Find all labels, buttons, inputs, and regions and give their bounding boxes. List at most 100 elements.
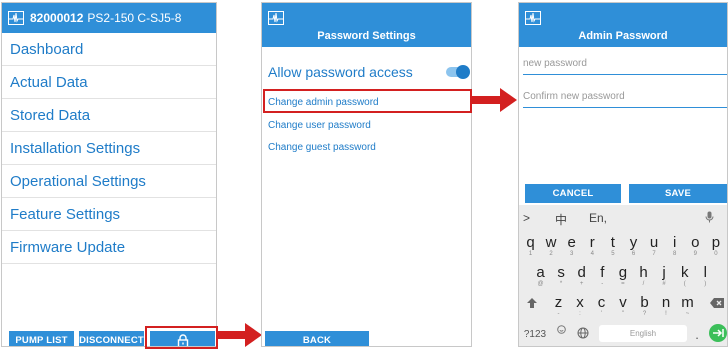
key-r[interactable]: r4 <box>583 235 602 261</box>
key-t[interactable]: t5 <box>603 235 622 261</box>
menu-item-installation-settings[interactable]: Installation Settings <box>2 132 216 165</box>
key-n[interactable]: n! <box>657 295 676 321</box>
globe-icon <box>577 327 589 339</box>
key-secondary-label: @ <box>537 281 544 287</box>
new-password-field[interactable] <box>523 53 727 75</box>
key-label: h <box>639 264 648 281</box>
app-header: 82000012 PS2-150 C-SJ5-8 <box>2 3 216 33</box>
keyboard-expand-icon[interactable]: > <box>523 211 530 225</box>
key-d[interactable]: d + <box>572 265 591 291</box>
key-j[interactable]: j # <box>655 265 674 291</box>
key-label: z <box>554 294 563 311</box>
allow-password-toggle[interactable] <box>446 65 470 79</box>
menu-item-stored-data[interactable]: Stored Data <box>2 99 216 132</box>
menu-item-firmware-update[interactable]: Firmware Update <box>2 231 216 264</box>
key-label: e <box>567 234 576 251</box>
pulse-logo-icon <box>8 11 24 25</box>
key-secondary-label: = <box>621 281 625 287</box>
key-secondary-label: 6 <box>631 251 636 257</box>
key-b[interactable]: b? <box>635 295 654 321</box>
key-secondary-label: 1 <box>528 251 533 257</box>
key-y[interactable]: y6 <box>624 235 643 261</box>
shift-icon <box>527 298 537 308</box>
key-g[interactable]: g = <box>613 265 632 291</box>
key-label: r <box>589 234 595 251</box>
key-secondary-label: ! <box>665 311 667 317</box>
key-secondary-label: 4 <box>590 251 594 257</box>
key-x[interactable]: x: <box>571 295 590 321</box>
keyboard-row-2: a @ s * d + f - g = h / j # k(l) <box>519 263 727 291</box>
key-s[interactable]: s * <box>552 265 571 291</box>
period-key[interactable]: . <box>692 327 702 342</box>
microphone-icon[interactable] <box>705 211 714 226</box>
menu-item-actual-data[interactable]: Actual Data <box>2 66 216 99</box>
key-h[interactable]: h / <box>634 265 653 291</box>
shift-key[interactable] <box>523 297 541 312</box>
key-label: p <box>711 234 721 251</box>
key-label: l <box>703 264 707 281</box>
key-label: b <box>640 294 649 311</box>
keyboard-toolbar: > 中 En, <box>519 205 727 231</box>
globe-key[interactable] <box>575 327 591 342</box>
key-k[interactable]: k( <box>675 265 694 291</box>
back-button[interactable]: BACK <box>265 331 369 346</box>
soft-keyboard: > 中 En, q1w2e3r4t5y6u7i8o9p0 a @ s * d + f - g = h… <box>519 205 727 346</box>
app-header: Admin Password <box>519 3 727 47</box>
key-label: t <box>610 234 615 251</box>
key-a[interactable]: a @ <box>531 265 550 291</box>
key-label: x <box>576 294 584 311</box>
confirm-password-field[interactable] <box>523 86 727 108</box>
key-p[interactable]: p0 <box>706 235 725 261</box>
key-label: y <box>629 234 638 251</box>
key-e[interactable]: e3 <box>562 235 581 261</box>
symbols-key[interactable]: ?123 <box>523 329 547 340</box>
emoji-key[interactable] <box>555 325 567 337</box>
enter-key[interactable] <box>709 324 727 342</box>
pulse-logo-icon <box>525 11 541 25</box>
key-o[interactable]: o9 <box>686 235 705 261</box>
english-input-key[interactable]: En, <box>589 211 607 225</box>
menu-item-feature-settings[interactable]: Feature Settings <box>2 198 216 231</box>
disconnect-button[interactable]: DISCONNECT <box>79 331 144 346</box>
key-c[interactable]: c ' <box>592 295 611 321</box>
keyboard-row-4: ?123 English . <box>519 321 727 346</box>
key-secondary-label: 0 <box>714 251 718 257</box>
key-label: m <box>681 294 694 311</box>
admin-password-highlight <box>263 89 472 113</box>
key-f[interactable]: f- <box>593 265 612 291</box>
backspace-key[interactable] <box>709 298 725 311</box>
change-user-password-link[interactable]: Change user password <box>268 120 371 131</box>
menu-item-dashboard[interactable]: Dashboard <box>2 33 216 66</box>
page-title: Admin Password <box>578 30 668 42</box>
key-secondary-label: 9 <box>693 251 697 257</box>
key-l[interactable]: l) <box>696 265 715 291</box>
space-bar[interactable]: English <box>599 325 687 342</box>
key-secondary-label: * <box>559 281 563 287</box>
key-z[interactable]: z- <box>549 295 568 321</box>
key-secondary-label: 5 <box>611 251 615 257</box>
cancel-button[interactable]: CANCEL <box>525 184 621 203</box>
arrow-right-icon <box>217 323 262 347</box>
key-i[interactable]: i8 <box>665 235 684 261</box>
pump-list-button[interactable]: PUMP LIST <box>9 331 74 346</box>
chinese-input-key[interactable]: 中 <box>555 211 567 228</box>
change-guest-password-link[interactable]: Change guest password <box>268 142 376 153</box>
toggle-knob <box>456 65 470 79</box>
key-label: c <box>597 294 606 311</box>
key-w[interactable]: w2 <box>542 235 561 261</box>
arrow-right-icon <box>472 88 517 112</box>
key-label: o <box>691 234 700 251</box>
key-v[interactable]: v " <box>614 295 633 321</box>
menu-item-operational-settings[interactable]: Operational Settings <box>2 165 216 198</box>
pulse-logo-icon <box>268 11 284 25</box>
key-label: k <box>680 264 689 281</box>
main-menu: Dashboard Actual Data Stored Data Instal… <box>2 33 216 264</box>
key-secondary-label: ' <box>600 311 603 317</box>
key-u[interactable]: u7 <box>645 235 664 261</box>
key-label: q <box>526 234 535 251</box>
keyboard-row-1: q1w2e3r4t5y6u7i8o9p0 <box>519 233 727 261</box>
key-m[interactable]: m ~ <box>678 295 697 321</box>
key-q[interactable]: q1 <box>521 235 540 261</box>
save-button[interactable]: SAVE <box>629 184 727 203</box>
pump-model: PS2-150 C-SJ5-8 <box>87 11 182 25</box>
